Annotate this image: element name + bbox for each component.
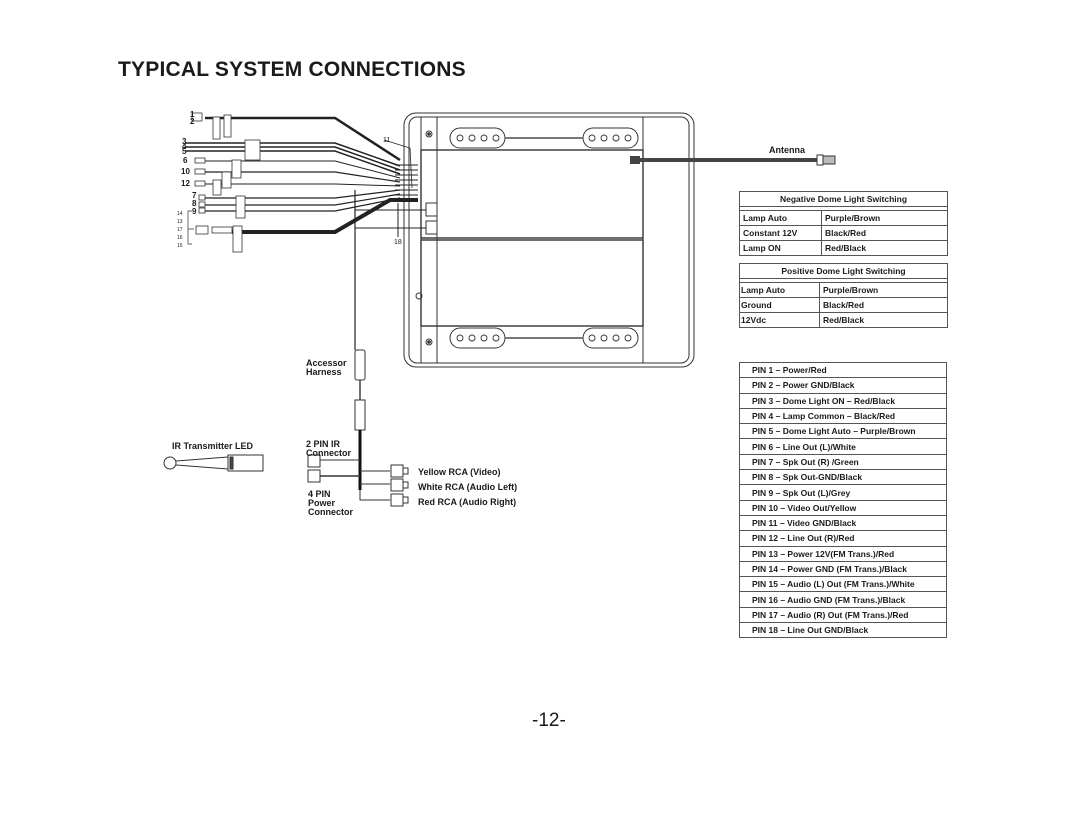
rca-yellow-label: Yellow RCA (Video) — [418, 467, 501, 477]
rca-red-label: Red RCA (Audio Right) — [418, 497, 517, 507]
pin-list-table: PIN 1 – Power/Red PIN 2 – Power GND/Blac… — [739, 361, 947, 639]
table-row: 12Vdc Red/Black — [739, 312, 948, 328]
ir-transmitter-led — [163, 454, 264, 472]
pin-label-10: 10 — [181, 167, 190, 176]
pin-label-11: 11 — [383, 137, 391, 144]
table-row: PIN 1 – Power/Red — [739, 361, 947, 379]
table-row: PIN 9 – Spk Out (L)/Grey — [739, 484, 947, 501]
table-row: PIN 12 – Line Out (R)/Red — [739, 530, 947, 547]
table-row: PIN 7 – Spk Out (R) /Green — [739, 453, 947, 471]
page-number: -12- — [532, 710, 566, 731]
ir-connector-label-2: Connector — [306, 448, 351, 458]
table-row: PIN 5 – Dome Light Auto – Purple/Brown — [739, 423, 947, 440]
table-row: PIN 13 – Power 12V(FM Trans.)/Red — [739, 545, 947, 562]
negative-dome-table: Negative Dome Light Switching Lamp Auto P… — [739, 191, 948, 256]
table-row: PIN 6 – Line Out (L)/White — [739, 438, 947, 455]
rca-white-label: White RCA (Audio Left) — [418, 482, 518, 492]
fm-pin-label: 16 — [177, 235, 183, 241]
pin-label-12: 12 — [181, 179, 190, 188]
fm-pin-label: 14 — [177, 211, 183, 217]
pin-label-9: 9 — [192, 207, 197, 216]
wire-harness — [185, 116, 426, 350]
dvd-unit — [403, 112, 695, 368]
antenna-label: Antenna — [769, 145, 805, 155]
table-row: PIN 3 – Dome Light ON – Red/Black — [739, 392, 947, 409]
fm-pin-label: 13 — [177, 219, 183, 225]
positive-dome-table: Positive Dome Light Switching Lamp Auto P… — [739, 263, 948, 328]
fm-pin-label: 17 — [177, 227, 183, 233]
pin-label-5: 5 — [182, 147, 187, 156]
power-connector-label-3: Connector — [308, 507, 353, 517]
table-row: PIN 17 – Audio (R) Out (FM Trans.)/Red — [739, 606, 947, 624]
negative-dome-header: Negative Dome Light Switching — [739, 191, 948, 207]
pin-label-2: 2 — [190, 117, 195, 126]
accessory-harness-label-2: Harness — [306, 367, 342, 377]
table-row: PIN 10 – Video Out/Yellow — [739, 499, 947, 516]
pin-label-6: 6 — [183, 156, 188, 165]
ir-led-label: IR Transmitter LED — [172, 441, 254, 451]
table-row: PIN 2 – Power GND/Black — [739, 377, 947, 394]
table-row: PIN 16 – Audio GND (FM Trans.)/Black — [739, 591, 947, 608]
table-row: Constant 12V Black/Red — [739, 225, 948, 241]
table-row: Lamp Auto Purple/Brown — [739, 282, 948, 298]
table-row: Lamp ON Red/Black — [739, 240, 948, 256]
antenna-cable — [630, 154, 836, 166]
table-row: Ground Black/Red — [739, 297, 948, 313]
table-row: PIN 18 – Line Out GND/Black — [739, 622, 947, 639]
table-row: PIN 14 – Power GND (FM Trans.)/Black — [739, 560, 947, 578]
positive-dome-header: Positive Dome Light Switching — [739, 263, 948, 279]
table-row: Lamp Auto Purple/Brown — [739, 210, 948, 226]
table-row: PIN 15 – Audio (L) Out (FM Trans.)/White — [739, 576, 947, 593]
table-row: PIN 11 – Video GND/Black — [739, 514, 947, 532]
pin-label-18: 18 — [394, 239, 402, 246]
fm-pin-label: 15 — [177, 243, 183, 249]
table-row: PIN 4 – Lamp Common – Black/Red — [739, 407, 947, 425]
table-row: PIN 8 – Spk Out-GND/Black — [739, 469, 947, 486]
